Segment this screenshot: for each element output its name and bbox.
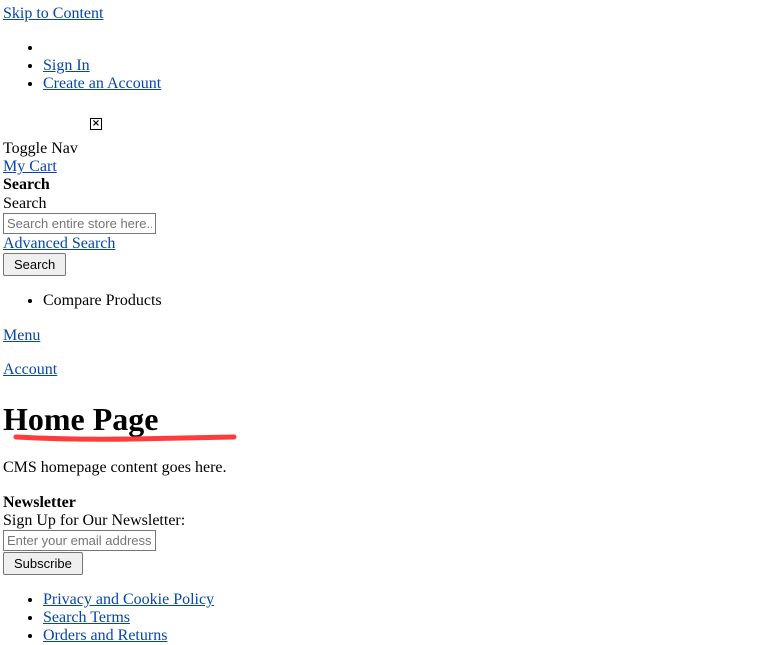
- footer-link-item: Orders and Returns: [43, 627, 214, 645]
- cms-content: CMS homepage content goes here.: [3, 459, 227, 476]
- toggle-nav[interactable]: Toggle Nav: [3, 140, 78, 158]
- header-link-create-account: Create an Account: [43, 75, 161, 93]
- account-tab-link[interactable]: Account: [3, 361, 57, 379]
- privacy-cookie-policy-link[interactable]: Privacy and Cookie Policy: [43, 591, 214, 608]
- skip-to-content-link[interactable]: Skip to Content: [3, 5, 103, 23]
- footer-links: Privacy and Cookie Policy Search Terms O…: [0, 591, 214, 645]
- newsletter-heading: Newsletter: [3, 494, 76, 511]
- advanced-search-link[interactable]: Advanced Search: [3, 235, 115, 253]
- search-input[interactable]: [3, 213, 156, 234]
- orders-returns-link[interactable]: Orders and Returns: [43, 627, 167, 644]
- sign-in-link[interactable]: Sign In: [43, 57, 90, 74]
- red-underline-annotation: [13, 434, 237, 442]
- create-account-link[interactable]: Create an Account: [43, 75, 161, 92]
- footer-link-item: Privacy and Cookie Policy: [43, 591, 214, 609]
- header-link-sign-in: Sign In: [43, 57, 161, 75]
- compare-products-item: Compare Products: [43, 292, 162, 310]
- newsletter-email-input[interactable]: [3, 530, 156, 551]
- header-links: Sign In Create an Account: [0, 39, 161, 93]
- search-heading: Search: [3, 176, 50, 193]
- search-terms-link[interactable]: Search Terms: [43, 609, 130, 626]
- compare-list: Compare Products: [0, 292, 162, 310]
- search-button[interactable]: Search: [3, 253, 67, 276]
- header-link-empty: [43, 39, 161, 57]
- broken-image-icon[interactable]: ×: [90, 118, 102, 130]
- search-label: Search: [3, 195, 47, 212]
- subscribe-button[interactable]: Subscribe: [3, 552, 83, 575]
- footer-link-item: Search Terms: [43, 609, 214, 627]
- menu-tab-link[interactable]: Menu: [3, 327, 40, 345]
- my-cart-link[interactable]: My Cart: [3, 158, 57, 176]
- newsletter-label: Sign Up for Our Newsletter:: [3, 512, 186, 529]
